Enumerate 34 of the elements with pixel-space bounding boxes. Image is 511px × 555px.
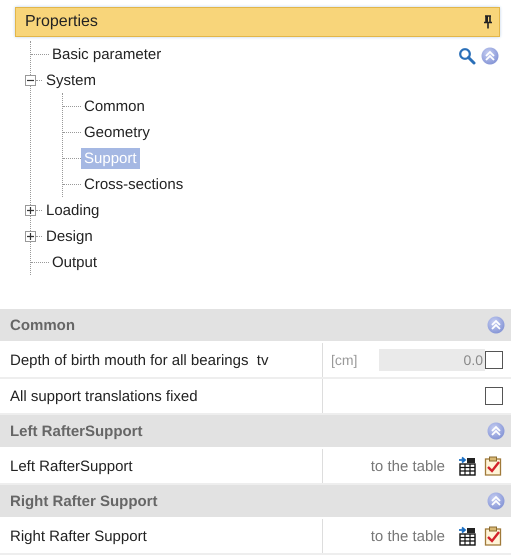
tree-item[interactable]: Design (43, 226, 96, 247)
table-arrow-icon[interactable] (457, 456, 477, 476)
checkbox[interactable] (485, 351, 503, 369)
expand-toggle[interactable] (25, 204, 36, 216)
table-link[interactable]: to the table (370, 458, 445, 474)
tree-item[interactable]: Basic parameter (49, 44, 164, 65)
unit-label: [cm] (331, 352, 358, 368)
checkbox[interactable] (485, 387, 503, 405)
table-arrow-icon[interactable] (457, 526, 477, 546)
plus-icon (27, 232, 34, 240)
property-label: Left RafterSupport (0, 449, 323, 483)
property-label: All support translations fixed (0, 379, 323, 413)
clipboard-check-icon[interactable] (483, 456, 503, 476)
section-title: Left RafterSupport (10, 422, 142, 440)
expand-toggle[interactable] (25, 230, 36, 242)
expand-toggle[interactable] (25, 74, 36, 86)
clipboard-check-icon[interactable] (483, 526, 503, 546)
tree-item[interactable]: Loading (43, 200, 102, 221)
plus-icon (27, 206, 34, 214)
section-title: Right Rafter Support (10, 492, 158, 510)
table-link[interactable]: to the table (370, 528, 445, 544)
property-label: Right Rafter Support (0, 519, 323, 553)
tree-item[interactable]: Cross-sections (81, 174, 186, 195)
tree-item[interactable]: System (43, 70, 100, 91)
collapse-button[interactable] (487, 422, 505, 440)
collapse-button[interactable] (487, 316, 505, 334)
property-label: Depth of birth mouth for all bearings tv (0, 343, 323, 377)
section-title: Common (10, 316, 75, 334)
collapse-button[interactable] (487, 492, 505, 510)
tree-item[interactable]: Output (49, 252, 100, 273)
tree-item[interactable]: Common (81, 96, 148, 117)
tree-item[interactable]: Geometry (81, 122, 153, 143)
panel-title: Properties (25, 13, 98, 32)
pin-icon[interactable] (483, 15, 493, 30)
